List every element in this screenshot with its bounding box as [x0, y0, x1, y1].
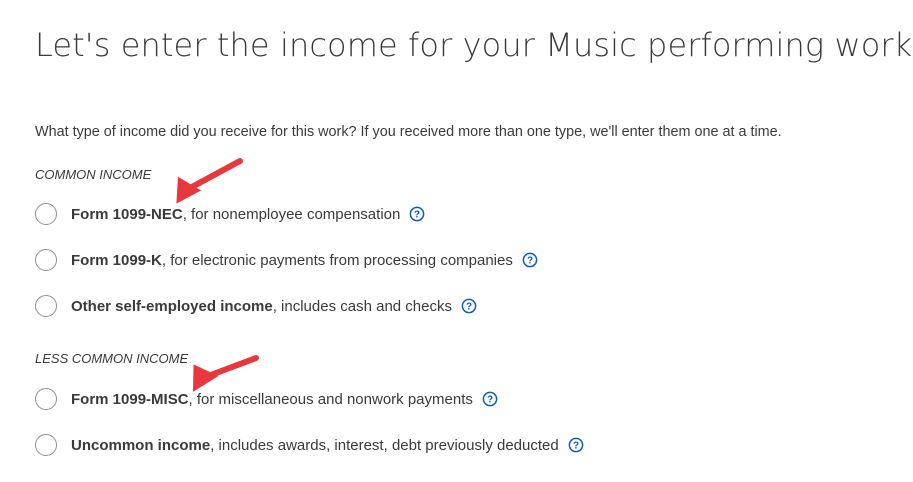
- option-form-1099-misc[interactable]: Form 1099-MISC, for miscellaneous and no…: [35, 386, 498, 412]
- option-form-1099-k[interactable]: Form 1099-K, for electronic payments fro…: [35, 247, 538, 273]
- help-icon[interactable]: ?: [409, 206, 425, 222]
- svg-text:?: ?: [414, 210, 420, 221]
- svg-text:?: ?: [487, 395, 493, 406]
- radio-button[interactable]: [35, 434, 57, 456]
- radio-button[interactable]: [35, 388, 57, 410]
- help-icon[interactable]: ?: [522, 252, 538, 268]
- option-other-self-employed-income[interactable]: Other self-employed income, includes cas…: [35, 293, 477, 319]
- option-label: Uncommon income, includes awards, intere…: [71, 436, 559, 454]
- option-label: Form 1099-K, for electronic payments fro…: [71, 251, 513, 269]
- radio-button[interactable]: [35, 203, 57, 225]
- help-icon[interactable]: ?: [568, 437, 584, 453]
- help-icon[interactable]: ?: [461, 298, 477, 314]
- section-heading-less-common-income: LESS COMMON INCOME: [35, 351, 189, 366]
- help-icon[interactable]: ?: [482, 391, 498, 407]
- svg-text:?: ?: [466, 302, 472, 313]
- svg-text:?: ?: [573, 441, 579, 452]
- option-label: Other self-employed income, includes cas…: [71, 297, 452, 315]
- svg-text:?: ?: [527, 256, 533, 267]
- radio-button[interactable]: [35, 249, 57, 271]
- option-label: Form 1099-MISC, for miscellaneous and no…: [71, 390, 473, 408]
- radio-button[interactable]: [35, 295, 57, 317]
- option-label: Form 1099-NEC, for nonemployee compensat…: [71, 205, 401, 223]
- option-uncommon-income[interactable]: Uncommon income, includes awards, intere…: [35, 432, 584, 458]
- option-form-1099-nec[interactable]: Form 1099-NEC, for nonemployee compensat…: [35, 201, 425, 227]
- page-title: Let's enter the income for your Music pe…: [35, 26, 913, 64]
- income-type-question: What type of income did you receive for …: [35, 124, 782, 140]
- section-heading-common-income: COMMON INCOME: [35, 167, 152, 182]
